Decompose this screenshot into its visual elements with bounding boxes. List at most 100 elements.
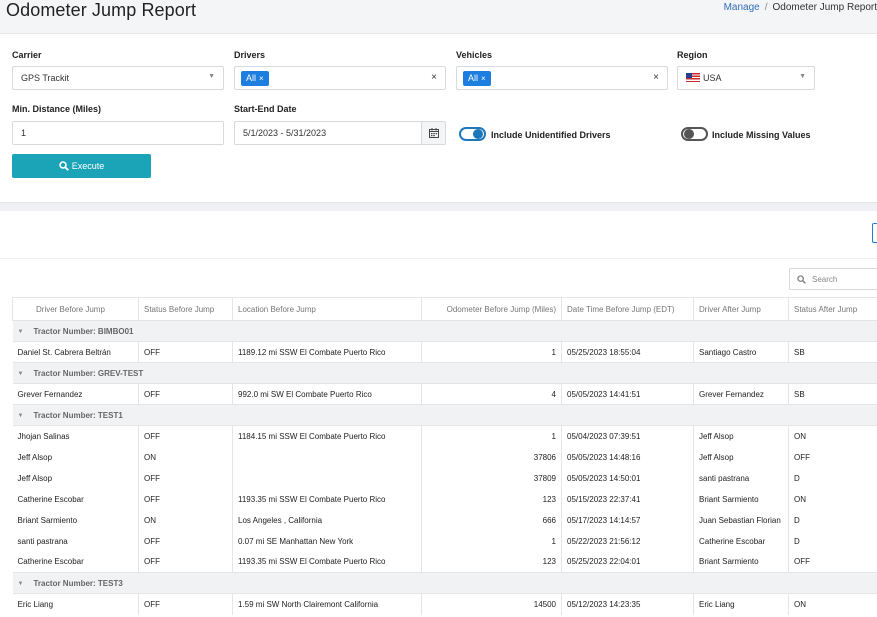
cell-datetime-before: 05/04/2023 07:39:51 (561, 425, 694, 447)
group-row[interactable]: ▼ Tractor Number: TEST1 (12, 404, 877, 426)
cell-odometer-before: 1 (421, 530, 562, 552)
group-row[interactable]: ▼ Tractor Number: GREV-TEST (12, 362, 877, 384)
carrier-label: Carrier (12, 50, 42, 60)
table-row[interactable]: Eric Liang OFF 1.59 mi SW North Clairemo… (12, 593, 877, 615)
cell-driver-after: Eric Liang (693, 593, 789, 615)
cell-datetime-before: 05/17/2023 14:14:57 (561, 509, 694, 531)
cell-status-after: ON (788, 488, 877, 510)
cell-driver-after: Jeff Alsop (693, 446, 789, 468)
cell-datetime-before: 05/25/2023 22:04:01 (561, 551, 694, 573)
column-header[interactable]: Status Before Jump (138, 297, 233, 321)
cell-driver-after: Santiago Castro (693, 341, 789, 363)
include-unidentified-toggle[interactable] (459, 127, 486, 141)
remove-tag-icon[interactable]: × (481, 74, 486, 83)
cell-driver-before: Jeff Alsop (12, 467, 139, 489)
column-header[interactable]: Status After Jump (788, 297, 877, 321)
carrier-select[interactable]: GPS Trackit ▼ (12, 66, 224, 90)
date-range-value: 5/1/2023 - 5/31/2023 (243, 128, 327, 138)
drivers-multiselect[interactable]: All × × (234, 66, 446, 90)
search-icon (58, 161, 69, 171)
drivers-tag-all: All × (241, 71, 269, 86)
region-select[interactable]: USA ▼ (677, 66, 815, 90)
cell-driver-after: Catherine Escobar (693, 530, 789, 552)
cell-driver-before: Daniel St. Cabrera Beltrán (12, 341, 139, 363)
group-row[interactable]: ▼ Tractor Number: BIMBO01 (12, 320, 877, 342)
clear-drivers-icon[interactable]: × (431, 72, 437, 83)
calendar-button[interactable] (421, 122, 445, 144)
cell-driver-before: Jeff Alsop (12, 446, 139, 468)
include-missing-label: Include Missing Values (712, 130, 811, 140)
include-missing-toggle[interactable] (681, 127, 708, 141)
cell-driver-before: santi pastrana (12, 530, 139, 552)
table-row[interactable]: santi pastrana OFF 0.07 mi SE Manhattan … (12, 530, 877, 552)
chevron-down-icon: ▼ (17, 370, 24, 377)
column-header[interactable]: Date Time Before Jump (EDT) (561, 297, 694, 321)
section-divider (0, 202, 877, 211)
calendar-icon (429, 128, 439, 138)
region-text: USA (703, 73, 722, 83)
carrier-value: GPS Trackit (21, 73, 70, 83)
table-row[interactable]: Briant Sarmiento ON Los Angeles , Califo… (12, 509, 877, 531)
clear-vehicles-icon[interactable]: × (653, 72, 659, 83)
cell-location-before: Los Angeles , California (232, 509, 422, 531)
execute-button[interactable]: Execute (12, 154, 151, 178)
min-distance-label: Min. Distance (Miles) (12, 104, 102, 114)
drivers-tag-label: All (246, 73, 257, 83)
column-header[interactable]: Driver Before Jump (12, 297, 139, 321)
table-row[interactable]: Daniel St. Cabrera Beltrán OFF 1189.12 m… (12, 341, 877, 363)
search-placeholder: Search (812, 275, 838, 284)
date-range-input[interactable]: 5/1/2023 - 5/31/2023 (234, 121, 446, 145)
cell-odometer-before: 123 (421, 488, 562, 510)
cell-status-after: D (788, 509, 877, 531)
cell-driver-before: Grever Fernandez (12, 383, 139, 405)
table-row[interactable]: Catherine Escobar OFF 1193.35 mi SSW El … (12, 488, 877, 510)
chevron-down-icon: ▼ (17, 328, 24, 335)
cell-datetime-before: 05/15/2023 22:37:41 (561, 488, 694, 510)
search-input[interactable]: Search (789, 268, 877, 290)
chevron-down-icon: ▼ (208, 73, 215, 80)
vehicles-tag-label: All (468, 73, 479, 83)
table-row[interactable]: Jeff Alsop ON 37806 05/05/2023 14:48:16 … (12, 446, 877, 468)
cell-status-before: OFF (138, 551, 233, 573)
cell-status-before: OFF (138, 467, 233, 489)
cell-datetime-before: 05/05/2023 14:50:01 (561, 467, 694, 489)
cell-driver-before: Jhojan Salinas (12, 425, 139, 447)
cell-driver-after: Briant Sarmiento (693, 488, 789, 510)
cell-driver-after: Grever Fernandez (693, 383, 789, 405)
column-header[interactable]: Driver After Jump (693, 297, 789, 321)
page-header: Odometer Jump Report Manage / Odometer Jum… (0, 0, 877, 34)
min-distance-value: 1 (21, 128, 27, 138)
breadcrumb-manage-link[interactable]: Manage (724, 2, 760, 13)
cell-odometer-before: 123 (421, 551, 562, 573)
group-label: Tractor Number: BIMBO01 (33, 326, 134, 336)
cell-location-before (232, 446, 422, 468)
cell-driver-before: Catherine Escobar (12, 551, 139, 573)
vehicles-tag-all: All × (463, 71, 491, 86)
table-row[interactable]: Jhojan Salinas OFF 1184.15 mi SSW El Com… (12, 425, 877, 447)
remove-tag-icon[interactable]: × (259, 74, 264, 83)
region-label: Region (677, 50, 708, 60)
table-row[interactable]: Grever Fernandez OFF 992.0 mi SW El Comb… (12, 383, 877, 405)
table-row[interactable]: Catherine Escobar OFF 1193.35 mi SSW El … (12, 551, 877, 573)
cell-driver-after: Juan Sebastian Florian (693, 509, 789, 531)
cell-odometer-before: 37809 (421, 467, 562, 489)
vehicles-multiselect[interactable]: All × × (456, 66, 668, 90)
export-button[interactable] (872, 223, 877, 243)
column-header[interactable]: Location Before Jump (232, 297, 422, 321)
cell-datetime-before: 05/12/2023 14:23:35 (561, 593, 694, 615)
column-header[interactable]: Odometer Before Jump (Miles) (421, 297, 562, 321)
cell-driver-after: Briant Sarmiento (693, 551, 789, 573)
cell-odometer-before: 4 (421, 383, 562, 405)
chevron-down-icon: ▼ (17, 412, 24, 419)
table-header-row: Driver Before Jump Status Before Jump Lo… (12, 297, 877, 321)
min-distance-input[interactable]: 1 (12, 121, 224, 145)
execute-label: Execute (71, 161, 105, 171)
breadcrumb: Manage / Odometer Jump Report (724, 2, 877, 13)
table-row[interactable]: Jeff Alsop OFF 37809 05/05/2023 14:50:01… (12, 467, 877, 489)
include-unidentified-label: Include Unidentified Drivers (491, 130, 611, 140)
cell-location-before: 0.07 mi SE Manhattan New York (232, 530, 422, 552)
group-row[interactable]: ▼ Tractor Number: TEST3 (12, 572, 877, 594)
filter-panel: Carrier GPS Trackit ▼ Drivers All × × Veh… (0, 34, 877, 202)
chevron-down-icon: ▼ (17, 580, 24, 587)
cell-status-after: ON (788, 425, 877, 447)
